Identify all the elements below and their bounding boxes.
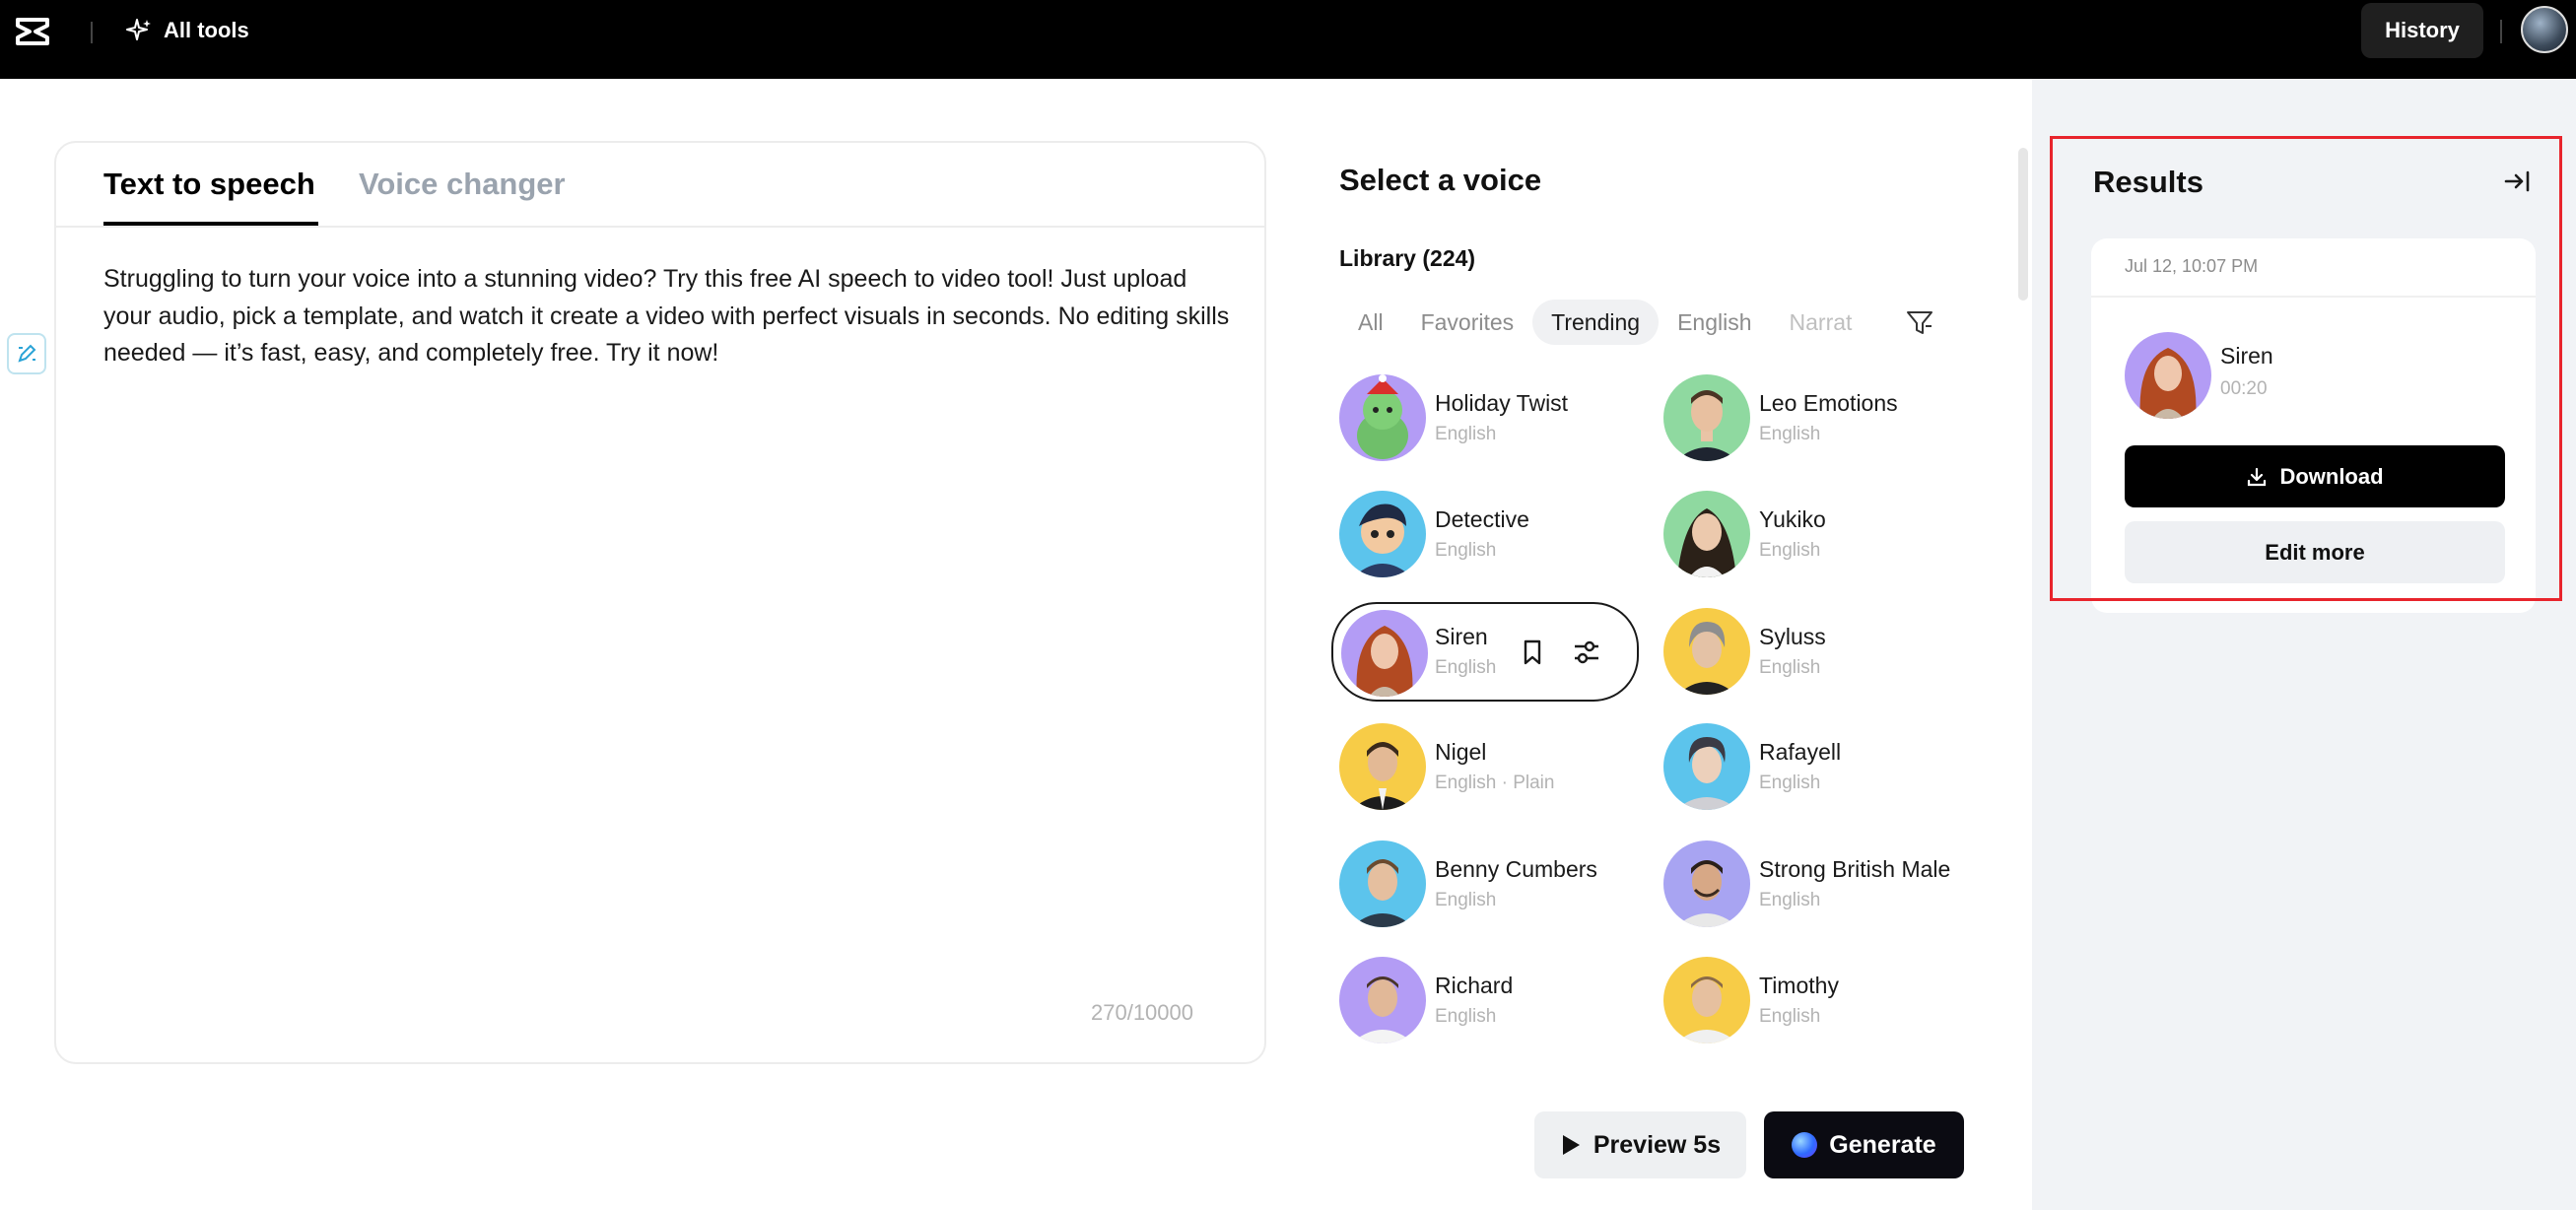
voice-name: Detective	[1435, 506, 1529, 532]
voice-name: Syluss	[1759, 624, 1826, 649]
results-highlight-box	[2050, 136, 2562, 601]
voice-item-strong-british-male[interactable]: Strong British Male English	[1663, 840, 1979, 929]
voice-avatar	[1663, 608, 1750, 695]
voice-name: Holiday Twist	[1435, 390, 1569, 416]
play-icon	[1562, 1135, 1580, 1155]
voice-avatar	[1339, 491, 1426, 577]
voice-item-benny-cumbers[interactable]: Benny Cumbers English	[1339, 840, 1655, 929]
voice-name: Nigel	[1435, 739, 1487, 765]
voice-name: Strong British Male	[1759, 856, 1951, 882]
tab-voice-changer[interactable]: Voice changer	[359, 167, 566, 202]
voice-language: English · Plain	[1435, 773, 1555, 793]
all-tools-label: All tools	[164, 18, 249, 42]
voice-name: Timothy	[1759, 973, 1839, 998]
voice-name: Leo Emotions	[1759, 390, 1898, 416]
voice-filter-chips: All Favorites Trending English Narrat	[1339, 300, 1931, 345]
voice-avatar	[1341, 610, 1428, 697]
text-editor-panel: Text to speech Voice changer Struggling …	[54, 141, 1266, 1064]
voice-name: Yukiko	[1759, 506, 1826, 532]
capcut-logo-icon[interactable]	[14, 14, 53, 49]
voice-avatar	[1663, 957, 1750, 1043]
voice-name: Benny Cumbers	[1435, 856, 1597, 882]
bookmark-icon[interactable]	[1516, 636, 1549, 669]
editor-tabs: Text to speech Voice changer	[56, 143, 1264, 228]
speech-text-input[interactable]: Struggling to turn your voice into a stu…	[103, 261, 1237, 372]
voice-avatar	[1663, 723, 1750, 810]
voice-language: English	[1435, 1006, 1497, 1027]
voice-item-detective[interactable]: Detective English	[1339, 491, 1655, 579]
voice-name: Rafayell	[1759, 739, 1842, 765]
voice-language: English	[1435, 657, 1497, 678]
top-bar: All tools History	[0, 0, 2576, 79]
voice-language: English	[1759, 540, 1821, 561]
topbar-divider	[91, 22, 93, 43]
voice-avatar	[1339, 840, 1426, 927]
filter-chip-all[interactable]: All	[1339, 300, 1402, 345]
user-avatar[interactable]	[2521, 6, 2568, 53]
filter-chip-trending[interactable]: Trending	[1532, 300, 1660, 345]
voice-language: English	[1759, 773, 1821, 793]
edit-pen-icon[interactable]	[7, 333, 46, 374]
voice-list-scrollbar[interactable]	[2018, 148, 2028, 301]
voice-avatar	[1339, 957, 1426, 1043]
voice-name: Siren	[1435, 624, 1488, 649]
adjust-settings-icon[interactable]	[1570, 636, 1603, 669]
voice-language: English	[1759, 424, 1821, 444]
voice-item-siren-selected[interactable]: Siren English	[1331, 602, 1639, 702]
library-label: Library (224)	[1339, 245, 1476, 271]
voice-item-leo-emotions[interactable]: Leo Emotions English	[1663, 374, 1979, 463]
voice-language: English	[1435, 890, 1497, 910]
filter-chip-english[interactable]: English	[1659, 300, 1770, 345]
voice-avatar	[1663, 374, 1750, 461]
generate-orb-icon	[1792, 1132, 1818, 1158]
voice-language: English	[1759, 657, 1821, 678]
preview-label: Preview 5s	[1593, 1130, 1722, 1159]
generate-button[interactable]: Generate	[1764, 1111, 1964, 1178]
voice-avatar	[1339, 374, 1426, 461]
voice-item-holiday-twist[interactable]: Holiday Twist English	[1339, 374, 1655, 463]
topbar-divider-right	[2500, 20, 2502, 43]
history-button[interactable]: History	[2361, 3, 2483, 58]
voice-item-timothy[interactable]: Timothy English	[1663, 957, 1979, 1045]
voice-item-syluss[interactable]: Syluss English	[1663, 608, 1979, 697]
voice-language: English	[1759, 1006, 1821, 1027]
select-voice-title: Select a voice	[1339, 163, 1542, 197]
character-counter: 270/10000	[1091, 1000, 1193, 1025]
all-tools-button[interactable]: All tools	[126, 14, 249, 47]
voice-item-yukiko[interactable]: Yukiko English	[1663, 491, 1979, 579]
voice-item-rafayell[interactable]: Rafayell English	[1663, 723, 1979, 812]
voice-language: English	[1435, 540, 1497, 561]
voice-item-richard[interactable]: Richard English	[1339, 957, 1655, 1045]
voice-name: Richard	[1435, 973, 1514, 998]
sparkle-icon	[126, 19, 151, 40]
voice-avatar	[1663, 491, 1750, 577]
voice-language: English	[1759, 890, 1821, 910]
filter-chip-narration[interactable]: Narrat	[1771, 300, 1871, 345]
preview-button[interactable]: Preview 5s	[1534, 1111, 1746, 1178]
active-tab-indicator	[103, 222, 318, 226]
voice-language: English	[1435, 424, 1497, 444]
generate-label: Generate	[1829, 1130, 1936, 1159]
tab-text-to-speech[interactable]: Text to speech	[103, 167, 315, 202]
filter-icon[interactable]	[1905, 307, 1934, 337]
voice-avatar	[1339, 723, 1426, 810]
filter-chip-favorites[interactable]: Favorites	[1402, 300, 1533, 345]
voice-avatar	[1663, 840, 1750, 927]
voice-item-nigel[interactable]: Nigel English · Plain	[1339, 723, 1655, 812]
